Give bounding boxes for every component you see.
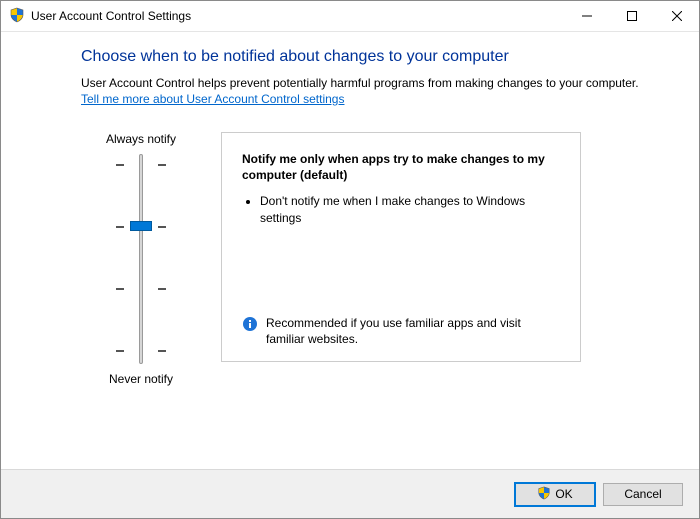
maximize-button[interactable] [609, 1, 654, 31]
cancel-button-label: Cancel [624, 487, 661, 501]
cancel-button[interactable]: Cancel [603, 483, 683, 506]
recommendation-row: Recommended if you use familiar apps and… [242, 315, 560, 347]
slider-area: Always notify Never notify Notify me onl… [81, 132, 665, 386]
level-bullet: Don't notify me when I make changes to W… [260, 193, 560, 225]
slider-label-bottom: Never notify [81, 372, 201, 386]
shield-icon [537, 486, 551, 503]
minimize-button[interactable] [564, 1, 609, 31]
learn-more-link[interactable]: Tell me more about User Account Control … [81, 92, 344, 106]
info-panel: Notify me only when apps try to make cha… [221, 132, 581, 362]
info-icon [242, 315, 258, 336]
close-button[interactable] [654, 1, 699, 31]
slider-track [139, 154, 143, 364]
uac-window: User Account Control Settings Choose whe… [0, 0, 700, 519]
shield-icon [9, 7, 25, 26]
ok-button[interactable]: OK [515, 483, 595, 506]
page-heading: Choose when to be notified about changes… [81, 48, 665, 66]
slider-column: Always notify Never notify [81, 132, 201, 386]
slider-tick [116, 288, 166, 290]
ok-button-label: OK [555, 487, 572, 501]
slider-tick [116, 350, 166, 352]
window-controls [564, 1, 699, 31]
slider-thumb[interactable] [130, 221, 152, 231]
recommendation-text: Recommended if you use familiar apps and… [266, 315, 560, 347]
level-title: Notify me only when apps try to make cha… [242, 151, 560, 183]
titlebar: User Account Control Settings [1, 1, 699, 32]
slider-tick [116, 164, 166, 166]
notification-slider[interactable] [116, 154, 166, 364]
slider-label-top: Always notify [81, 132, 201, 146]
footer: OK Cancel [1, 469, 699, 518]
window-title: User Account Control Settings [31, 9, 191, 23]
content-area: Choose when to be notified about changes… [1, 32, 699, 469]
page-description: User Account Control helps prevent poten… [81, 76, 665, 90]
